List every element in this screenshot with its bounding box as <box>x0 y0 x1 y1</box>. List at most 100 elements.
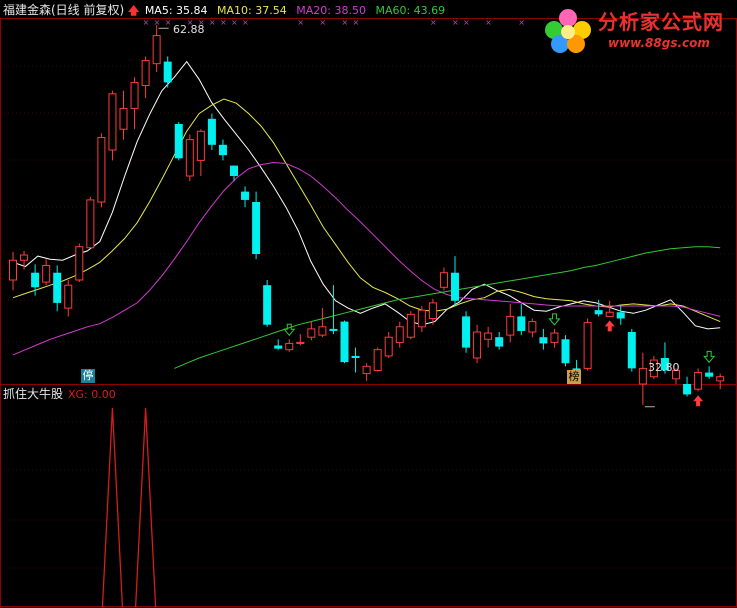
candle-body <box>31 272 40 288</box>
logo-url: www.88gs.com <box>608 36 710 50</box>
candle-1 <box>20 250 29 270</box>
candle-body <box>207 118 216 145</box>
candle-body <box>185 139 194 177</box>
buy-arrow-icon-0 <box>604 320 615 332</box>
candle-57 <box>638 352 647 405</box>
candle-63 <box>705 366 714 379</box>
candle-body <box>152 35 161 65</box>
candle-body <box>605 311 614 317</box>
candle-22 <box>252 191 261 260</box>
candle-40 <box>451 256 459 306</box>
top-marker-14: × <box>452 18 459 27</box>
candle-3 <box>42 259 51 286</box>
top-marker-15: × <box>463 18 470 27</box>
candle-30 <box>340 320 349 364</box>
candlesticks <box>9 25 725 405</box>
candle-33 <box>373 347 382 372</box>
candle-body <box>484 332 493 340</box>
candle-46 <box>517 303 526 336</box>
candle-9 <box>108 90 117 161</box>
sell-arrow-icon-0 <box>283 323 296 337</box>
candle-20 <box>230 165 238 182</box>
candle-body <box>64 284 73 309</box>
candle-13 <box>152 25 161 72</box>
candle-body <box>583 322 592 369</box>
indicator-panel <box>101 407 157 608</box>
candle-5 <box>64 280 73 317</box>
candle-6 <box>75 243 84 283</box>
candle-body <box>97 137 106 203</box>
candle-64 <box>716 373 725 390</box>
xg-label: XG: 0.00 <box>68 388 116 401</box>
candle-body <box>296 341 305 344</box>
candle-body <box>373 349 382 371</box>
candle-24 <box>274 339 283 350</box>
candle-body <box>627 332 636 369</box>
candle-body <box>351 355 360 358</box>
sell-arrow-icon-2 <box>703 350 716 364</box>
xg-spike-1 <box>134 407 157 608</box>
candle-55 <box>616 306 625 325</box>
ma60-label: MA60: 43.69 <box>375 4 446 17</box>
ma-line-ma5 <box>12 60 721 330</box>
top-marker-6: × <box>220 18 227 27</box>
buy-arrow-icon-1 <box>693 395 704 407</box>
candle-52 <box>583 318 592 371</box>
candle-body <box>384 336 393 357</box>
candle-body <box>42 264 51 283</box>
candle-body <box>75 246 84 281</box>
candle-35 <box>395 321 404 348</box>
top-marker-17: × <box>518 18 525 27</box>
candle-body <box>517 316 526 331</box>
candle-15 <box>174 121 183 161</box>
flower-logo-icon <box>545 9 591 53</box>
candle-62 <box>694 368 703 392</box>
candle-42 <box>473 324 482 364</box>
candle-21 <box>241 186 250 208</box>
candle-56 <box>627 328 636 372</box>
candle-7 <box>86 196 95 249</box>
bang-tag: 榜 <box>567 370 581 384</box>
candle-body <box>428 302 437 319</box>
ma-legend: 🡅 MA5: 35.84 MA10: 37.54 MA20: 38.50 MA6… <box>128 4 445 18</box>
candle-19 <box>218 139 227 161</box>
candle-14 <box>163 56 172 88</box>
candle-body <box>230 165 238 176</box>
candle-36 <box>406 311 415 340</box>
candle-body <box>594 310 603 315</box>
candle-body <box>119 107 128 130</box>
candle-body <box>705 372 714 377</box>
ting-tag: 停 <box>81 369 95 383</box>
candle-body <box>694 372 703 390</box>
candle-body <box>616 312 625 319</box>
logo-text: 分析家公式网 <box>598 10 724 34</box>
candle-body <box>417 309 426 328</box>
candle-45 <box>506 303 515 343</box>
candle-53 <box>594 299 603 317</box>
candle-body <box>163 61 172 83</box>
candle-body <box>130 81 139 109</box>
candle-body <box>716 376 725 382</box>
candle-body <box>395 326 404 343</box>
candle-body <box>362 365 371 375</box>
low-price-label: 32.80 <box>648 361 680 374</box>
candle-37 <box>417 306 426 332</box>
candle-body <box>329 328 338 331</box>
candle-50 <box>561 335 570 367</box>
candle-10 <box>119 90 128 140</box>
candle-31 <box>351 347 360 373</box>
main-panel-border <box>0 18 737 385</box>
ma-line-ma60 <box>174 246 721 369</box>
candle-0 <box>9 251 17 291</box>
candle-8 <box>97 133 106 208</box>
candle-body <box>439 272 448 288</box>
candle-body <box>274 345 283 349</box>
candle-body <box>20 254 29 261</box>
candle-25 <box>285 339 294 352</box>
candle-body <box>318 326 327 336</box>
candle-body <box>462 316 471 348</box>
sell-arrow-icon-1 <box>548 313 561 326</box>
top-marker-16: × <box>485 18 492 27</box>
candle-4 <box>53 265 62 312</box>
candle-body <box>218 144 227 156</box>
